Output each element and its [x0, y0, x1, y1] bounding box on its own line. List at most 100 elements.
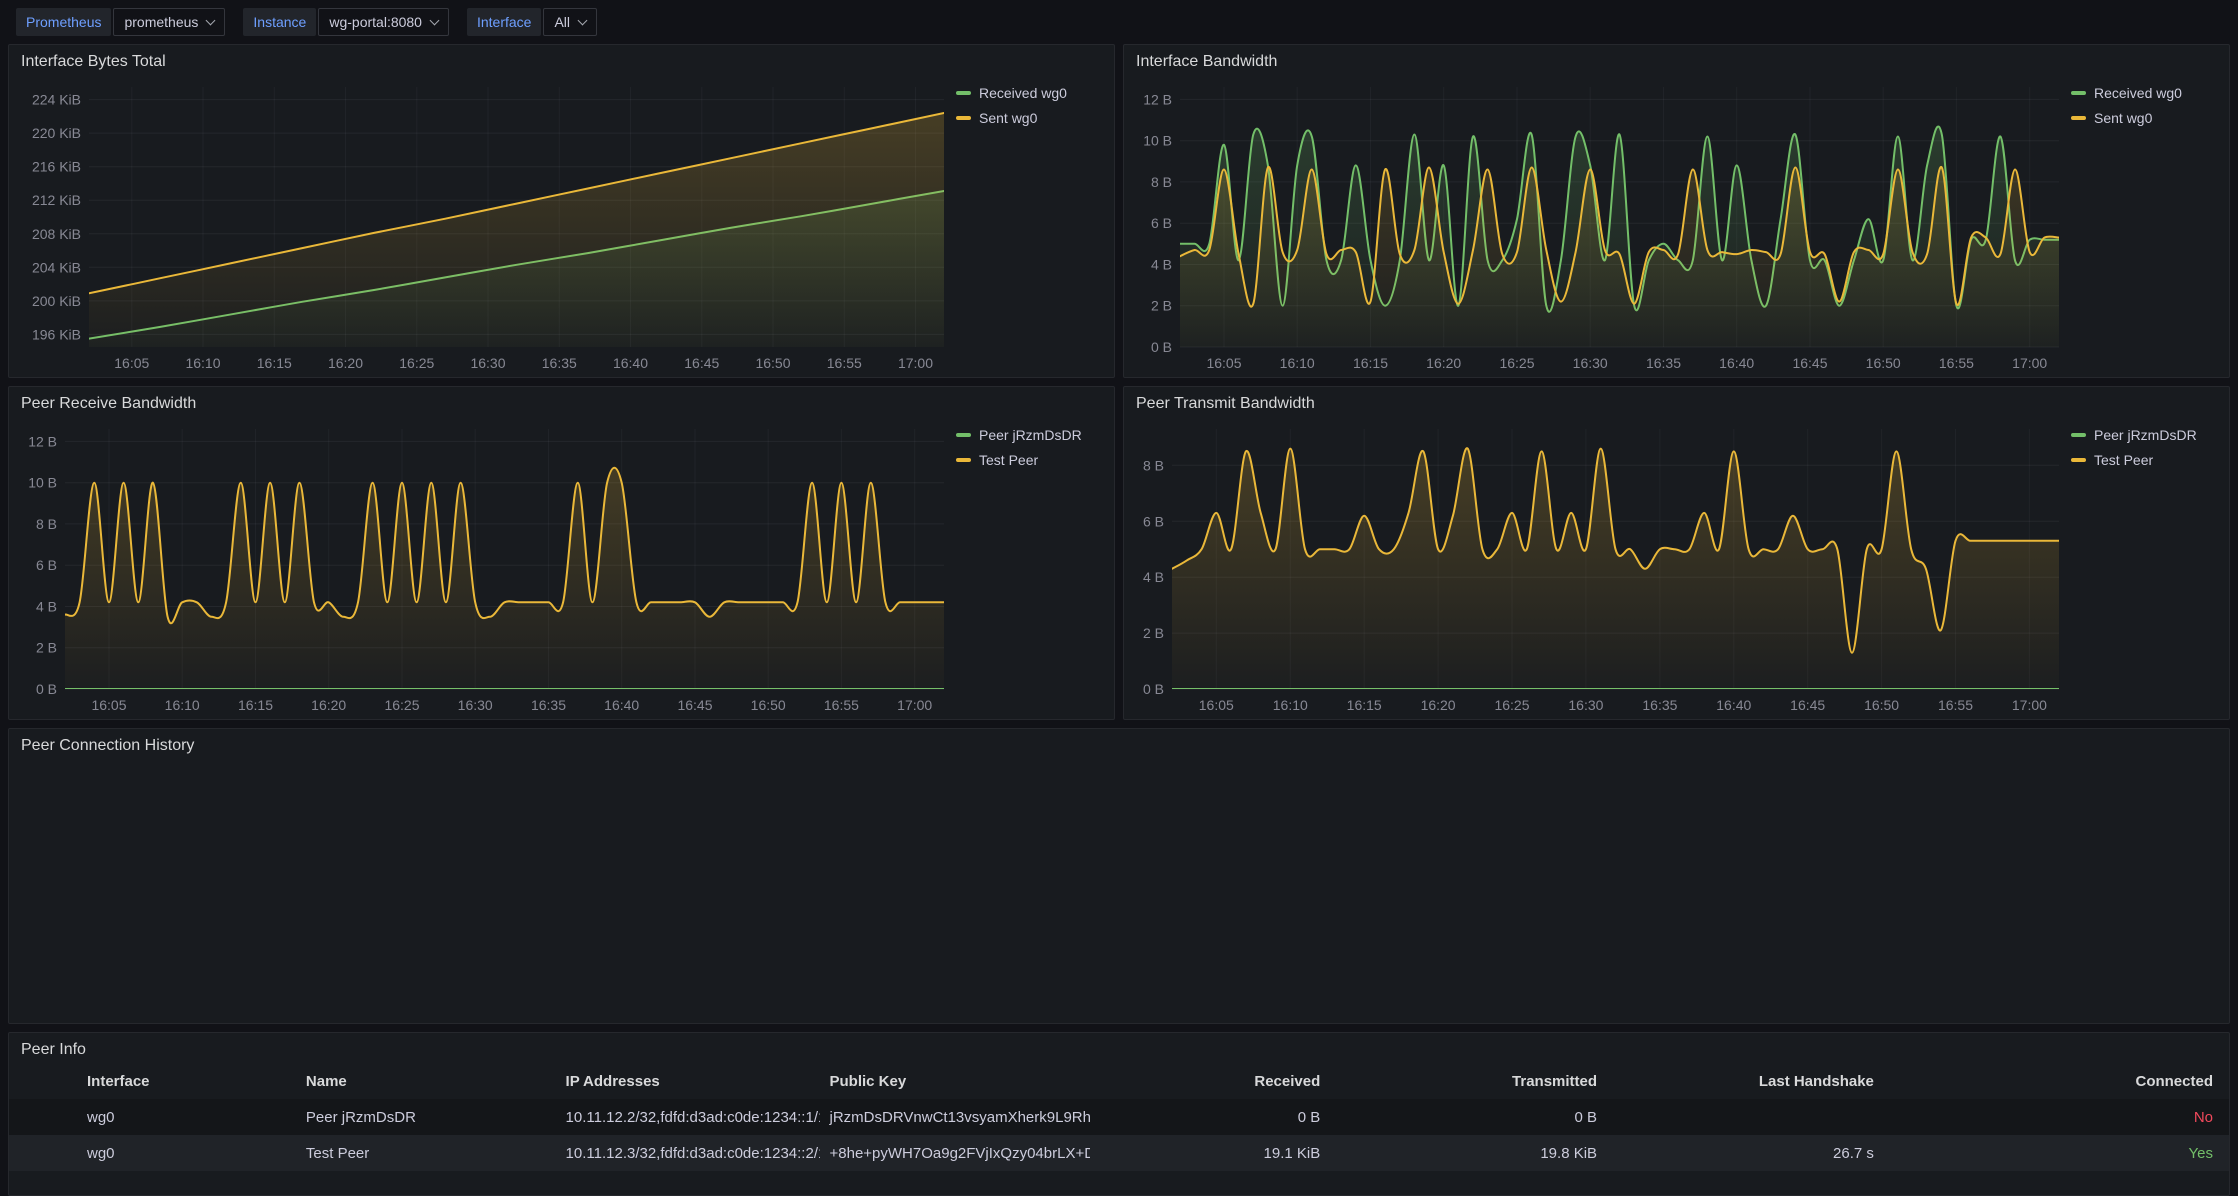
- panel-peer-receive-bandwidth: Peer Receive Bandwidth 0 B2 B4 B6 B8 B10…: [8, 386, 1115, 720]
- variable-label[interactable]: Interface: [467, 8, 541, 36]
- svg-text:10 B: 10 B: [28, 475, 57, 491]
- svg-text:224 KiB: 224 KiB: [32, 92, 81, 108]
- chart-legend: Peer jRzmDsDR Test Peer: [950, 417, 1108, 717]
- svg-text:16:25: 16:25: [399, 355, 434, 371]
- svg-text:16:45: 16:45: [677, 697, 712, 713]
- variable-value-dropdown[interactable]: wg-portal:8080: [318, 8, 449, 36]
- panel-title[interactable]: Peer Receive Bandwidth: [9, 387, 1114, 417]
- legend-item[interactable]: Received wg0: [2071, 85, 2219, 101]
- variable-value: wg-portal:8080: [329, 14, 422, 30]
- svg-text:16:20: 16:20: [1421, 697, 1456, 713]
- column-header-public-key[interactable]: Public Key: [820, 1073, 1090, 1090]
- svg-text:2 B: 2 B: [1151, 298, 1172, 314]
- legend-label: Sent wg0: [2094, 110, 2152, 126]
- svg-text:16:15: 16:15: [238, 697, 273, 713]
- column-header-transmitted[interactable]: Transmitted: [1330, 1073, 1607, 1090]
- svg-text:16:30: 16:30: [470, 355, 505, 371]
- svg-text:16:50: 16:50: [755, 355, 790, 371]
- cell-received: 19.1 KiB: [1090, 1145, 1330, 1162]
- cell-interface: wg0: [77, 1145, 296, 1162]
- variable-value-dropdown[interactable]: prometheus: [113, 8, 225, 36]
- variable-prometheus: Prometheus prometheus: [16, 8, 225, 36]
- column-header-last-handshake[interactable]: Last Handshake: [1607, 1073, 1884, 1090]
- panel-peer-info: Peer Info InterfaceNameIP AddressesPubli…: [8, 1032, 2230, 1196]
- svg-text:204 KiB: 204 KiB: [32, 259, 81, 275]
- svg-text:16:10: 16:10: [1280, 355, 1315, 371]
- svg-text:16:05: 16:05: [91, 697, 126, 713]
- column-header-ip-addresses[interactable]: IP Addresses: [556, 1073, 820, 1090]
- panel-title[interactable]: Peer Transmit Bandwidth: [1124, 387, 2229, 417]
- svg-text:208 KiB: 208 KiB: [32, 226, 81, 242]
- cell-last-handshake: 26.7 s: [1607, 1145, 1884, 1162]
- legend-item[interactable]: Peer jRzmDsDR: [956, 427, 1104, 443]
- peer-receive-bandwidth-chart: 0 B2 B4 B6 B8 B10 B12 B16:0516:1016:1516…: [17, 417, 950, 717]
- panel-title[interactable]: Interface Bandwidth: [1124, 45, 2229, 75]
- cell-public-key: +8he+pyWH7Oa9g2FVjIxQzy04brLX+D: [820, 1145, 1090, 1162]
- svg-text:16:15: 16:15: [1347, 697, 1382, 713]
- svg-text:16:45: 16:45: [684, 355, 719, 371]
- legend-item[interactable]: Received wg0: [956, 85, 1104, 101]
- variable-label[interactable]: Prometheus: [16, 8, 111, 36]
- svg-text:16:35: 16:35: [1642, 697, 1677, 713]
- panel-title[interactable]: Peer Connection History: [9, 729, 2229, 759]
- table-header-row: InterfaceNameIP AddressesPublic KeyRecei…: [9, 1063, 2229, 1099]
- svg-text:16:35: 16:35: [1646, 355, 1681, 371]
- column-header-connected[interactable]: Connected: [1884, 1073, 2223, 1090]
- svg-text:16:55: 16:55: [824, 697, 859, 713]
- panel-interface-bandwidth: Interface Bandwidth 0 B2 B4 B6 B8 B10 B1…: [1123, 44, 2230, 378]
- svg-text:17:00: 17:00: [897, 697, 932, 713]
- cell-name: Peer jRzmDsDR: [296, 1109, 556, 1126]
- svg-text:4 B: 4 B: [1143, 569, 1164, 585]
- series-color-swatch: [956, 116, 971, 120]
- svg-text:16:55: 16:55: [1939, 355, 1974, 371]
- svg-text:16:50: 16:50: [1864, 697, 1899, 713]
- legend-item[interactable]: Test Peer: [2071, 452, 2219, 468]
- svg-text:8 B: 8 B: [36, 516, 57, 532]
- dashboard-variables: Prometheus prometheus Instance wg-portal:80…: [0, 0, 2238, 44]
- svg-text:16:15: 16:15: [1353, 355, 1388, 371]
- svg-text:17:00: 17:00: [898, 355, 933, 371]
- svg-text:212 KiB: 212 KiB: [32, 192, 81, 208]
- svg-text:16:25: 16:25: [1499, 355, 1534, 371]
- svg-text:16:55: 16:55: [827, 355, 862, 371]
- series-color-swatch: [2071, 458, 2086, 462]
- svg-text:16:25: 16:25: [1494, 697, 1529, 713]
- svg-text:16:25: 16:25: [384, 697, 419, 713]
- panel-title[interactable]: Peer Info: [9, 1033, 2229, 1063]
- legend-item[interactable]: Sent wg0: [2071, 110, 2219, 126]
- chart-legend: Received wg0 Sent wg0: [2065, 75, 2223, 375]
- table-row: wg0Test Peer10.11.12.3/32,fdfd:d3ad:c0de…: [9, 1135, 2229, 1171]
- svg-text:16:10: 16:10: [185, 355, 220, 371]
- series-color-swatch: [2071, 116, 2086, 120]
- panel-title[interactable]: Interface Bytes Total: [9, 45, 1114, 75]
- svg-text:16:40: 16:40: [604, 697, 639, 713]
- series-color-swatch: [956, 91, 971, 95]
- svg-text:12 B: 12 B: [1143, 91, 1172, 107]
- variable-value: All: [554, 14, 570, 30]
- legend-item[interactable]: Test Peer: [956, 452, 1104, 468]
- svg-text:16:10: 16:10: [165, 697, 200, 713]
- variable-value: prometheus: [124, 14, 198, 30]
- svg-text:16:30: 16:30: [458, 697, 493, 713]
- variable-value-dropdown[interactable]: All: [543, 8, 597, 36]
- legend-item[interactable]: Sent wg0: [956, 110, 1104, 126]
- svg-text:0 B: 0 B: [36, 681, 57, 697]
- column-header-interface[interactable]: Interface: [77, 1073, 296, 1090]
- dashboard-grid: Interface Bytes Total 196 KiB200 KiB204 …: [0, 44, 2238, 1196]
- table-body: wg0Peer jRzmDsDR10.11.12.2/32,fdfd:d3ad:…: [9, 1099, 2229, 1171]
- variable-label[interactable]: Instance: [243, 8, 316, 36]
- svg-text:0 B: 0 B: [1151, 339, 1172, 355]
- svg-text:2 B: 2 B: [36, 640, 57, 656]
- svg-text:16:55: 16:55: [1938, 697, 1973, 713]
- legend-item[interactable]: Peer jRzmDsDR: [2071, 427, 2219, 443]
- svg-text:0 B: 0 B: [1143, 681, 1164, 697]
- cell-name: Test Peer: [296, 1145, 556, 1162]
- legend-label: Test Peer: [979, 452, 1038, 468]
- svg-text:2 B: 2 B: [1143, 625, 1164, 641]
- column-header-received[interactable]: Received: [1090, 1073, 1330, 1090]
- series-color-swatch: [2071, 91, 2086, 95]
- svg-text:17:00: 17:00: [2012, 355, 2047, 371]
- svg-text:16:35: 16:35: [542, 355, 577, 371]
- svg-text:16:10: 16:10: [1273, 697, 1308, 713]
- column-header-name[interactable]: Name: [296, 1073, 556, 1090]
